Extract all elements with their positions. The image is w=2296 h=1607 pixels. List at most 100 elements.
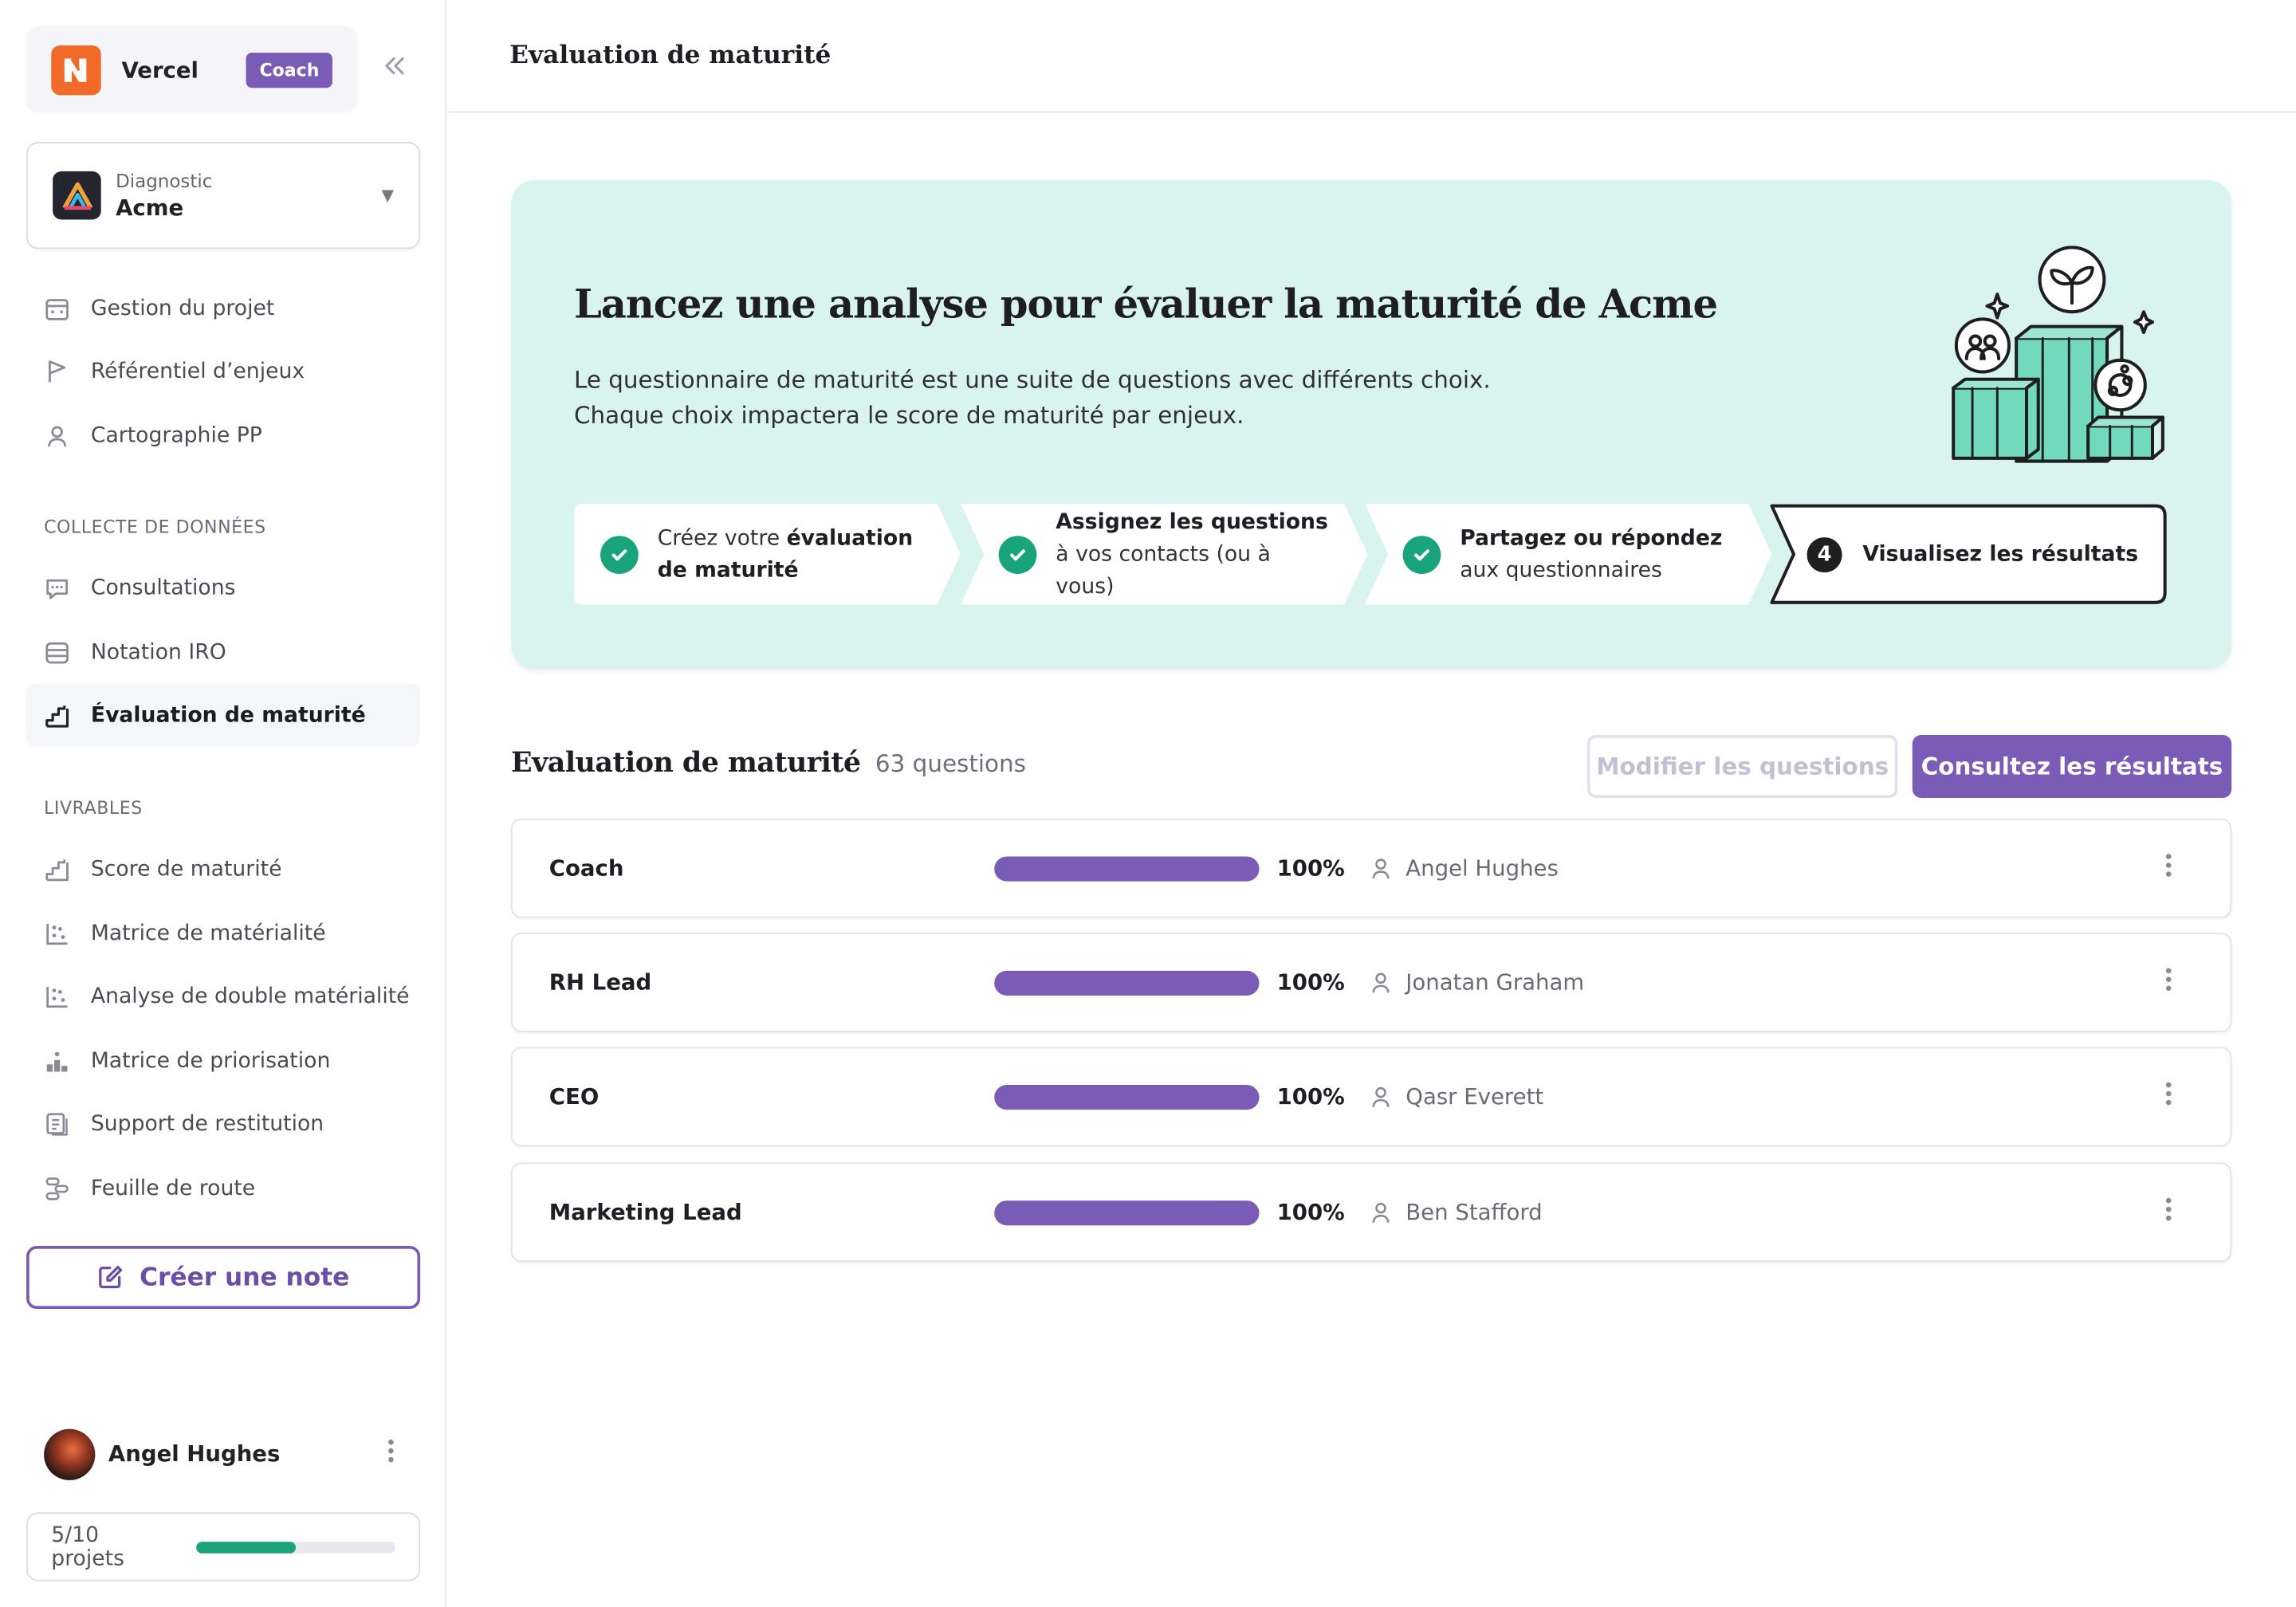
- nav-cartographie-pp[interactable]: Cartographie PP: [26, 404, 420, 467]
- respondent-role: CEO: [548, 1083, 600, 1110]
- nav-matrice-priorisation[interactable]: Matrice de priorisation: [26, 1029, 420, 1092]
- step-post: à vos contacts (ou à vous): [1056, 542, 1271, 599]
- nav-label: Score de maturité: [90, 857, 282, 881]
- topbar: Evaluation de maturité: [446, 0, 2296, 113]
- nav-feuille-route[interactable]: Feuille de route: [26, 1157, 420, 1220]
- step-4-current[interactable]: 4 Visualisez les résultats: [1769, 504, 2168, 605]
- org-logo-icon: [51, 45, 101, 95]
- user-icon: [1372, 1202, 1390, 1223]
- create-note-label: Créer une note: [140, 1263, 350, 1292]
- step-3[interactable]: Partagez ou répondez aux questionnaires: [1364, 503, 1775, 605]
- progress-percent: 100%: [1276, 969, 1345, 996]
- progress-percent: 100%: [1276, 1199, 1345, 1226]
- step-post: aux questionnaires: [1460, 558, 1662, 583]
- progress-fill: [994, 1200, 1260, 1226]
- user-icon: [1372, 1086, 1390, 1107]
- org-switcher[interactable]: Vercel Coach: [26, 26, 358, 113]
- assignee-name: Angel Hughes: [1406, 855, 1559, 882]
- question-count: 63 questions: [875, 749, 1026, 778]
- check-circle-icon: [998, 535, 1037, 574]
- table-row[interactable]: Marketing Lead 100% Ben Stafford: [511, 1162, 2232, 1263]
- nav-label: Matrice de priorisation: [90, 1049, 331, 1073]
- view-results-button[interactable]: Consultez les résultats: [1912, 735, 2232, 799]
- progress-bar: [994, 1085, 1260, 1110]
- row-menu-icon[interactable]: [2164, 1196, 2173, 1228]
- table-row[interactable]: RH Lead 100% Jonatan Graham: [511, 932, 2232, 1032]
- table-row[interactable]: CEO 100% Qasr Everett: [511, 1047, 2232, 1147]
- nav-evaluation-maturite[interactable]: Évaluation de maturité: [26, 683, 421, 747]
- progress-fill: [994, 856, 1260, 882]
- stairs-icon: [45, 705, 69, 727]
- nav-label: Feuille de route: [90, 1176, 256, 1200]
- podium-icon: [46, 1051, 68, 1071]
- nav-matrice-materialite[interactable]: Matrice de matérialité: [26, 902, 420, 965]
- step-pre: Créez votre: [657, 526, 787, 550]
- hero-desc-line-1: Le questionnaire de maturité est une sui…: [573, 366, 1491, 395]
- project-quota: 5/10 projets: [26, 1512, 421, 1581]
- stairs-icon: [45, 859, 69, 881]
- step-2[interactable]: Assignez les questions à vos contacts (o…: [960, 503, 1370, 605]
- hero-banner: Lancez une analyse pour évaluer la matur…: [511, 179, 2232, 670]
- app-root: Vercel Coach Diagnostic Acme ▼ Gestion d…: [0, 0, 2296, 1607]
- flag-icon: [49, 360, 66, 382]
- row-menu-icon[interactable]: [2164, 966, 2173, 998]
- progress-fill: [994, 1085, 1260, 1110]
- section-livrables: Livrables: [44, 798, 143, 819]
- avatar: [44, 1428, 96, 1480]
- step-1[interactable]: Créez votre évaluation de maturité: [573, 503, 964, 605]
- caret-down-icon: ▼: [381, 186, 395, 206]
- user-name: Angel Hughes: [108, 1440, 281, 1468]
- respondent-role: Coach: [548, 855, 624, 882]
- progress-fill: [994, 970, 1260, 996]
- step-bold: Partagez ou répondez: [1460, 526, 1723, 550]
- user-icon: [1372, 859, 1390, 879]
- hero-desc-line-2: Chaque choix impactera le score de matur…: [573, 401, 1244, 430]
- diagnostic-label: Diagnostic: [116, 170, 213, 192]
- list-header: Evaluation de maturité 63 questions: [511, 747, 1026, 779]
- nav-label: Évaluation de maturité: [90, 703, 366, 727]
- list-title: Evaluation de maturité: [511, 746, 861, 780]
- assignee-name: Ben Stafford: [1406, 1199, 1543, 1226]
- diagnostic-selector[interactable]: Diagnostic Acme ▼: [26, 142, 421, 249]
- scatter-icon: [46, 986, 68, 1008]
- quota-label: 5/10 projets: [51, 1523, 124, 1570]
- nav-score-maturite[interactable]: Score de maturité: [26, 838, 420, 901]
- row-menu-icon[interactable]: [2164, 852, 2173, 884]
- quota-progress-fill: [195, 1541, 296, 1553]
- nav-label: Référentiel d’enjeux: [90, 359, 305, 383]
- assignee-name: Jonatan Graham: [1406, 969, 1585, 996]
- progress-bar: [994, 856, 1260, 882]
- nav-gestion-projet[interactable]: Gestion du projet: [26, 277, 420, 340]
- assignee: Qasr Everett: [1369, 1083, 1543, 1110]
- assignee: Jonatan Graham: [1369, 969, 1584, 996]
- progress-bar: [994, 1200, 1260, 1226]
- nav-consultations[interactable]: Consultations: [26, 556, 420, 619]
- quota-progress-bar: [195, 1541, 395, 1553]
- collapse-sidebar-icon[interactable]: [381, 53, 407, 86]
- step-bold: Visualisez les résultats: [1862, 542, 2139, 566]
- section-collecte: Collecte de données: [44, 517, 266, 538]
- check-circle-icon: [600, 535, 639, 574]
- assignee-name: Qasr Everett: [1406, 1083, 1544, 1110]
- table-row[interactable]: Coach 100% Angel Hughes: [511, 818, 2232, 918]
- edit-questions-button[interactable]: Modifier les questions: [1587, 735, 1898, 799]
- nav-label: Matrice de matérialité: [90, 921, 326, 945]
- nav-label: Cartographie PP: [90, 423, 262, 448]
- row-menu-icon[interactable]: [2164, 1081, 2173, 1113]
- acme-logo-icon: [53, 171, 101, 220]
- chat-icon: [46, 578, 68, 599]
- nav-notation-iro[interactable]: Notation IRO: [26, 621, 420, 684]
- sidebar: Vercel Coach Diagnostic Acme ▼ Gestion d…: [0, 0, 447, 1607]
- step-text: Partagez ou répondez aux questionnaires: [1460, 522, 1752, 587]
- nav-label: Gestion du projet: [90, 296, 275, 320]
- nav-label: Notation IRO: [90, 640, 226, 664]
- nav-support-restitution[interactable]: Support de restitution: [26, 1092, 420, 1155]
- create-note-button[interactable]: Créer une note: [26, 1246, 421, 1310]
- nav-double-materialite[interactable]: Analyse de double matérialité: [26, 965, 420, 1027]
- nav-label: Support de restitution: [90, 1111, 324, 1136]
- nav-referentiel-enjeux[interactable]: Référentiel d’enjeux: [26, 340, 420, 403]
- user-menu-icon[interactable]: [387, 1438, 395, 1470]
- user-profile[interactable]: Angel Hughes: [44, 1428, 395, 1480]
- steps-tracker: Créez votre évaluation de maturité Assig…: [573, 503, 2170, 605]
- diagnostic-name: Acme: [116, 194, 184, 222]
